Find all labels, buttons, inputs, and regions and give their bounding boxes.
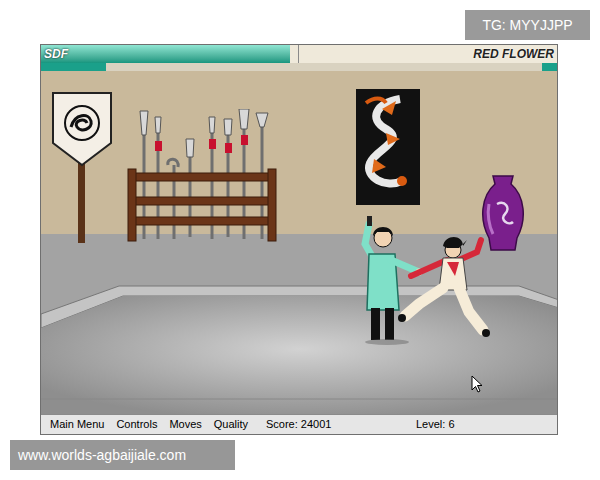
menu: Main Menu Controls Moves Quality [50,416,266,433]
bottom-bar: Main Menu Controls Moves Quality Score: 240… [41,414,557,434]
watermark-text: TG: MYYJJPP [482,15,572,36]
dragon-banner-icon [51,91,113,243]
player-name: SDF [44,46,68,62]
menu-item[interactable]: Main Menu [50,416,104,433]
game-frame: SDF RED FLOWER [40,44,558,435]
weapon-rack-icon [126,109,278,243]
stamina-fill [542,63,557,71]
stamina-row [41,63,557,71]
health-track: SDF [41,45,299,63]
red-flower-fighter-icon [397,234,493,342]
scene [41,63,557,414]
watermark-url: www.worlds-agbaijiale.com [10,440,235,470]
health-fill [41,45,290,63]
menu-item[interactable]: Quality [214,416,248,433]
watermark-tag: TG: MYYJJPP [465,10,590,40]
watermark-text: www.worlds-agbaijiale.com [18,445,186,466]
green-fighter-icon [351,214,423,346]
menu-item[interactable]: Controls [116,416,157,433]
hud: SDF RED FLOWER [41,45,557,63]
vase-icon [479,174,527,252]
level: Level: 6 [416,416,455,433]
dragon-painting-icon [356,89,420,205]
stamina-track [41,63,299,71]
stamina-track [299,63,557,71]
health-track: RED FLOWER [299,45,557,63]
mouse-cursor-icon [471,375,483,393]
score: Score: 24001 [266,416,416,433]
player-name: RED FLOWER [473,46,554,62]
stamina-fill [41,63,106,71]
menu-item[interactable]: Moves [169,416,201,433]
